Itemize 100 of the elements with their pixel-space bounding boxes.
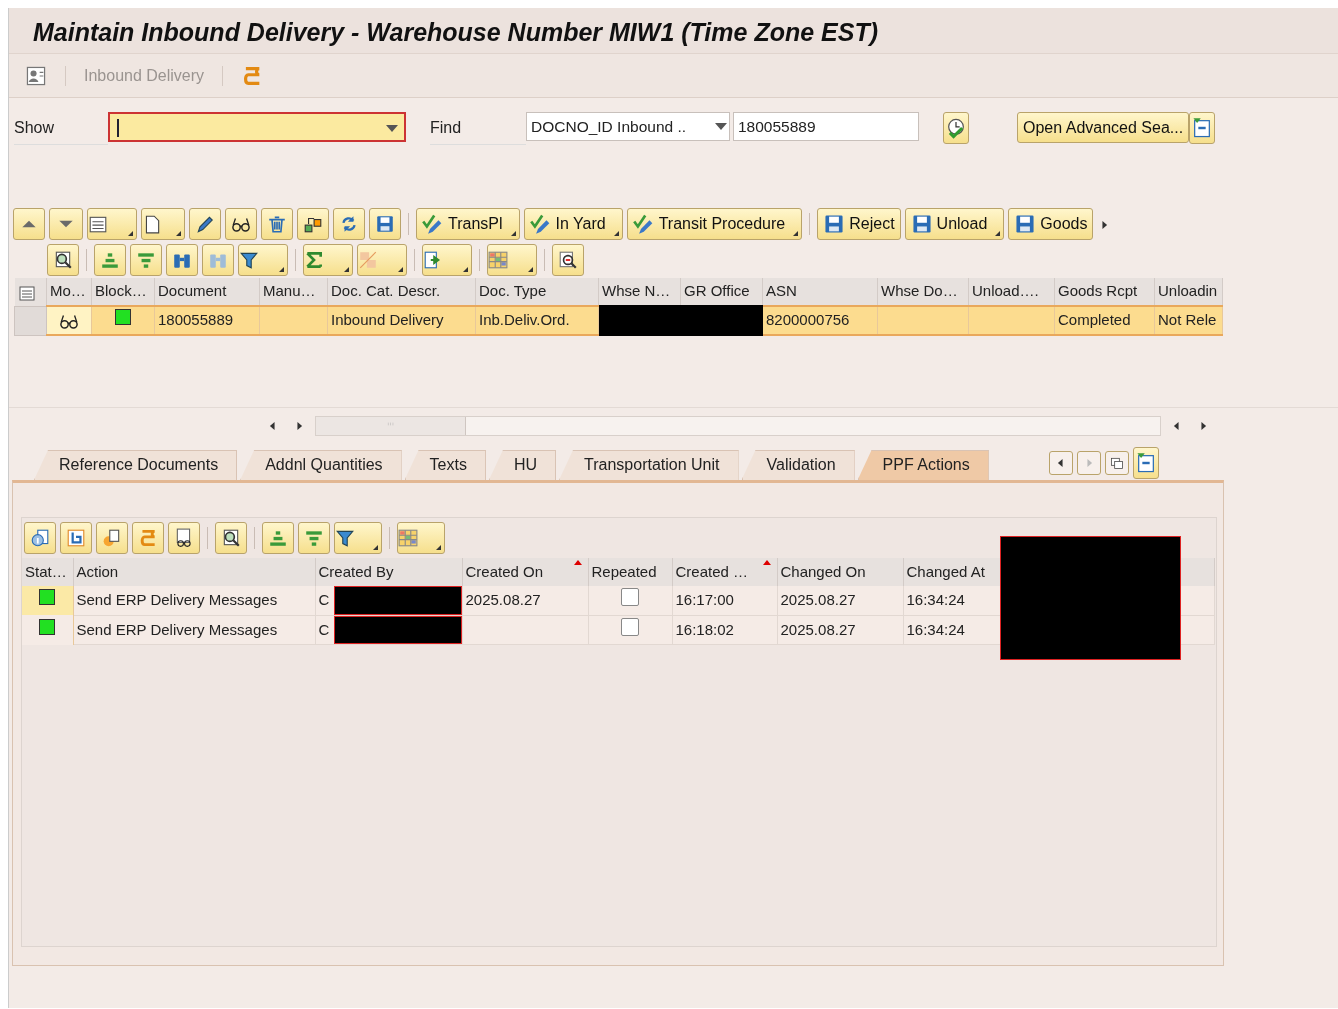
table-cell: 16:34:24: [903, 615, 1000, 645]
document-glasses-icon: [174, 528, 194, 548]
person-card-icon: [25, 64, 47, 87]
column-header[interactable]: Created On: [462, 558, 588, 586]
column-header[interactable]: Unload….: [968, 278, 1055, 306]
toolbar-button[interactable]: Reject: [817, 208, 901, 240]
table-cell: Not Rele: [1154, 306, 1223, 335]
tab[interactable]: Texts: [404, 450, 486, 480]
table-cell: C: [315, 615, 462, 645]
toolbar-button[interactable]: [215, 522, 247, 554]
bars-icon: [100, 250, 120, 270]
toolbar-button[interactable]: [297, 208, 329, 240]
dropdown-field[interactable]: DOCNO_ID Inbound ..: [526, 112, 730, 141]
toolbar-button[interactable]: In Yard: [523, 208, 623, 240]
table-cell: Completed: [1054, 306, 1155, 335]
grid-icon: [398, 528, 418, 548]
column-header[interactable]: Unloadin: [1154, 278, 1223, 306]
toolbar-button[interactable]: TransPl: [416, 208, 520, 240]
hook-icon: [66, 528, 86, 548]
input-field[interactable]: 180055889: [733, 112, 919, 141]
check-pencil-icon: [632, 213, 655, 235]
table-cell: Inbound Delivery: [327, 306, 476, 335]
column-header[interactable]: Whse N…: [598, 278, 681, 306]
table-cell: 180055889: [154, 306, 260, 335]
table-cell: C: [315, 586, 462, 615]
magnifier-icon: [53, 250, 73, 270]
column-header[interactable]: Goods Rcpt: [1054, 278, 1155, 306]
tab[interactable]: PPF Actions: [857, 450, 989, 480]
advanced-search-button[interactable]: Open Advanced Sea...: [1017, 112, 1190, 143]
table-cell: Inb.Deliv.Ord.: [475, 306, 599, 335]
check-pencil-icon: [529, 213, 552, 235]
scrollbar[interactable]: [315, 416, 1161, 436]
table-cell: Send ERP Delivery Messages: [73, 586, 315, 615]
column-header[interactable]: Changed On: [777, 558, 903, 586]
settings-button[interactable]: [1132, 447, 1159, 479]
trash-icon: [267, 214, 287, 234]
layout-icon: [17, 283, 36, 302]
table-cell: 8200000756: [762, 306, 878, 335]
subtotal-icon: [358, 250, 378, 270]
funnel-icon: [239, 250, 259, 270]
clock-check-icon: [945, 117, 967, 139]
tab[interactable]: Addnl Quantities: [240, 450, 402, 480]
column-header[interactable]: Block…: [91, 278, 155, 306]
table-cell: 2025.08.27: [777, 615, 903, 645]
toolbar-button[interactable]: Unload: [904, 208, 1005, 240]
copy-icon: [102, 528, 122, 548]
tab[interactable]: HU: [488, 450, 557, 480]
bars-icon: [136, 250, 156, 270]
windows-icon: [1109, 456, 1124, 470]
column-header[interactable]: Action: [73, 558, 315, 586]
tab[interactable]: Transportation Unit: [559, 450, 739, 480]
tab[interactable]: Reference Documents: [34, 450, 238, 480]
toolbar-button[interactable]: [238, 244, 288, 276]
column-header[interactable]: Changed At: [903, 558, 1000, 586]
dropdown-field[interactable]: [108, 112, 406, 142]
column-header[interactable]: Stat…: [22, 558, 73, 586]
bars-icon: [304, 528, 324, 548]
column-header[interactable]: Created By: [315, 558, 462, 586]
window-title: Maintain Inbound Delivery - Warehouse Number MIW1 (Time Zone EST): [9, 8, 1338, 54]
layout-icon: [88, 214, 108, 234]
toolbar-button[interactable]: [189, 208, 221, 240]
execute-button[interactable]: [943, 112, 969, 144]
magnifier-icon: [221, 528, 241, 548]
column-header[interactable]: Repeated: [588, 558, 672, 586]
table-cell: 2025.08.27: [462, 586, 588, 615]
checkbox[interactable]: [621, 617, 639, 636]
toolbar-button[interactable]: [552, 244, 584, 276]
table-cell: 16:17:00: [672, 586, 777, 615]
pencil-icon: [195, 214, 215, 234]
settings-button[interactable]: [1189, 112, 1216, 144]
toolbar-button[interactable]: [168, 522, 200, 554]
column-header[interactable]: Doc. Type: [475, 278, 599, 306]
checkbox[interactable]: [621, 588, 639, 606]
column-header[interactable]: Created …: [672, 558, 777, 586]
scroll-icon: [138, 528, 158, 548]
grid-icon: [488, 250, 508, 270]
toolbar-button[interactable]: [141, 208, 185, 240]
tab-scroll-button[interactable]: [1048, 451, 1073, 475]
tab-scroll-button[interactable]: [1104, 451, 1129, 475]
column-header[interactable]: Mo…: [46, 278, 92, 306]
tab[interactable]: Validation: [741, 450, 855, 480]
table-cell: 2025.08.27: [777, 586, 903, 615]
column-header[interactable]: Whse Do…: [877, 278, 969, 306]
toolbar-button[interactable]: [334, 522, 382, 554]
column-header[interactable]: Document: [154, 278, 260, 306]
column-header[interactable]: GR Office: [680, 278, 763, 306]
table-cell: 16:34:24: [903, 586, 1000, 615]
check-pencil-icon: [422, 213, 444, 235]
column-header[interactable]: Doc. Cat. Descr.: [327, 278, 476, 306]
toolbar-button[interactable]: Transit Procedure: [626, 208, 803, 240]
info-document-icon: [30, 528, 50, 548]
table-cell: Send ERP Delivery Messages: [73, 615, 315, 645]
toolbar-button[interactable]: [47, 244, 79, 276]
column-header[interactable]: Manu…: [259, 278, 328, 306]
toolbar-button[interactable]: [225, 208, 257, 240]
toolbar-button[interactable]: Goods: [1008, 208, 1094, 240]
table-cell: 16:18:02: [672, 615, 777, 645]
column-header[interactable]: ASN: [762, 278, 878, 306]
preview-icon: [558, 250, 578, 270]
funnel-icon: [335, 528, 355, 548]
